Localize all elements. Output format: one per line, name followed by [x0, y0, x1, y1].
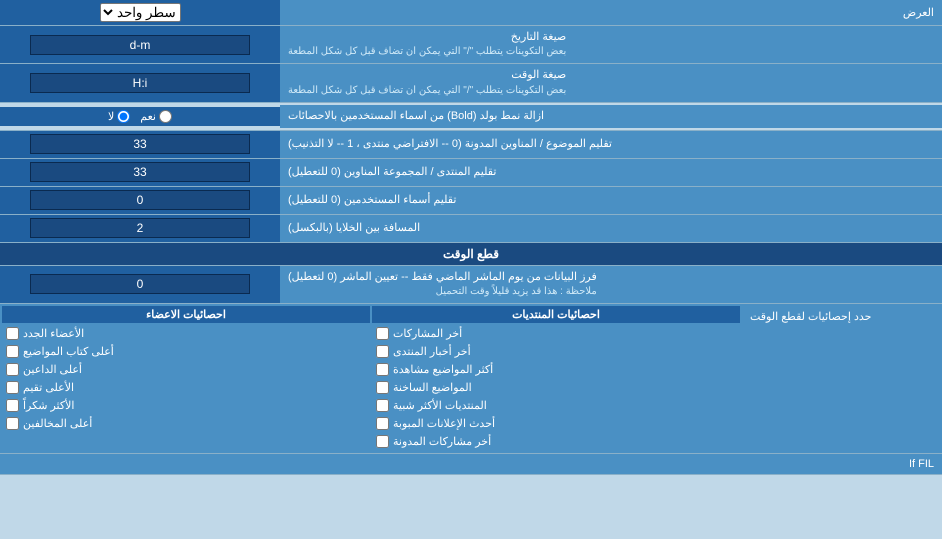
cb-latest-ads-input[interactable]: [376, 417, 389, 430]
single-line-select-container: سطر واحد: [0, 0, 280, 25]
cb-blog-posts-input[interactable]: [376, 435, 389, 448]
bold-no-radio[interactable]: [117, 110, 130, 123]
cell-spacing-input[interactable]: [30, 218, 250, 238]
time-format-input[interactable]: [30, 73, 250, 93]
display-label: العرض: [280, 2, 942, 23]
usernames-label: تقليم أسماء المستخدمين (0 للتعطيل): [280, 187, 942, 214]
cb-last-posts: أخر المشاركات: [372, 325, 740, 342]
bottom-note: If FIL: [0, 454, 942, 475]
cell-spacing-row: المسافة بين الخلايا (بالبكسل): [0, 215, 942, 243]
time-cut-input[interactable]: [30, 274, 250, 294]
cb-most-similar: المنتديات الأكثر شبية: [372, 397, 740, 414]
members-col-header: احصائيات الاعضاء: [2, 306, 370, 323]
date-format-row: صيغة التاريخ بعض التكوينات يتطلب "/" الت…: [0, 26, 942, 64]
stats-section: حدد إحصائيات لقطع الوقت احصائيات المنتدي…: [0, 304, 942, 454]
time-cut-section-header: قطع الوقت: [0, 243, 942, 266]
cell-spacing-label: المسافة بين الخلايا (بالبكسل): [280, 215, 942, 242]
bold-remove-label: ازالة نمط بولد (Bold) من اسماء المستخدمي…: [280, 105, 942, 128]
cb-last-news: أخر أخبار المنتدى: [372, 343, 740, 360]
topics-titles-label: تقليم الموضوع / المناوين المدونة (0 -- ا…: [280, 131, 942, 158]
cb-top-violators: أعلى المخالفين: [2, 415, 370, 432]
cb-new-members: الأعضاء الجدد: [2, 325, 370, 342]
cb-top-promoters: أعلى الداعين: [2, 361, 370, 378]
cb-latest-ads: أحدث الإعلانات المبوبة: [372, 415, 740, 432]
usernames-input-container: [0, 187, 280, 214]
cb-most-thanks-input[interactable]: [6, 399, 19, 412]
date-format-input[interactable]: [30, 35, 250, 55]
cb-most-thanks: الأكثر شكراً: [2, 397, 370, 414]
topics-titles-input-container: [0, 131, 280, 158]
bold-remove-radio-container: نعم لا: [0, 107, 280, 126]
cb-hot-topics: المواضيع الساخنة: [372, 379, 740, 396]
time-format-row: صيغة الوقت بعض التكوينات يتطلب "/" التي …: [0, 64, 942, 102]
time-format-label: صيغة الوقت بعض التكوينات يتطلب "/" التي …: [280, 64, 942, 101]
topics-titles-input[interactable]: [30, 134, 250, 154]
posts-checkbox-col: احصائيات المنتديات أخر المشاركات أخر أخب…: [372, 306, 740, 451]
bold-yes-label[interactable]: نعم: [140, 110, 172, 123]
time-cut-row: فرز البيانات من يوم الماشر الماضي فقط --…: [0, 266, 942, 304]
topics-titles-row: تقليم الموضوع / المناوين المدونة (0 -- ا…: [0, 131, 942, 159]
cb-top-violators-input[interactable]: [6, 417, 19, 430]
date-format-label: صيغة التاريخ بعض التكوينات يتطلب "/" الت…: [280, 26, 942, 63]
cb-most-viewed-input[interactable]: [376, 363, 389, 376]
cb-top-rated-input[interactable]: [6, 381, 19, 394]
forum-titles-input[interactable]: [30, 162, 250, 182]
time-format-input-container: [0, 64, 280, 101]
checkboxes-area: احصائيات المنتديات أخر المشاركات أخر أخب…: [0, 304, 742, 453]
cb-top-rated: الأعلى تقيم: [2, 379, 370, 396]
cb-top-promoters-input[interactable]: [6, 363, 19, 376]
cb-hot-topics-input[interactable]: [376, 381, 389, 394]
single-line-select[interactable]: سطر واحد: [100, 3, 181, 22]
cb-new-members-input[interactable]: [6, 327, 19, 340]
bold-remove-row: ازالة نمط بولد (Bold) من اسماء المستخدمي…: [0, 103, 942, 131]
cb-top-topic-writers-input[interactable]: [6, 345, 19, 358]
main-container: العرض سطر واحد صيغة التاريخ بعض التكوينا…: [0, 0, 942, 475]
date-format-input-container: [0, 26, 280, 63]
usernames-row: تقليم أسماء المستخدمين (0 للتعطيل): [0, 187, 942, 215]
cb-last-news-input[interactable]: [376, 345, 389, 358]
usernames-input[interactable]: [30, 190, 250, 210]
cb-top-topic-writers: أعلى كتاب المواضيع: [2, 343, 370, 360]
forum-titles-label: تقليم المنتدى / المجموعة المناوين (0 للت…: [280, 159, 942, 186]
time-cut-input-container: [0, 266, 280, 303]
forum-titles-input-container: [0, 159, 280, 186]
time-cut-label: فرز البيانات من يوم الماشر الماضي فقط --…: [280, 266, 942, 303]
cb-most-similar-input[interactable]: [376, 399, 389, 412]
stats-limit-label: حدد إحصائيات لقطع الوقت: [742, 304, 942, 329]
forum-titles-row: تقليم المنتدى / المجموعة المناوين (0 للت…: [0, 159, 942, 187]
top-header-row: العرض سطر واحد: [0, 0, 942, 26]
checkboxes-grid: احصائيات المنتديات أخر المشاركات أخر أخب…: [2, 306, 740, 451]
cb-blog-posts: أخر مشاركات المدونة: [372, 433, 740, 450]
posts-col-header: احصائيات المنتديات: [372, 306, 740, 323]
cb-last-posts-input[interactable]: [376, 327, 389, 340]
cell-spacing-input-container: [0, 215, 280, 242]
cb-most-viewed: أكثر المواضيع مشاهدة: [372, 361, 740, 378]
members-checkbox-col: احصائيات الاعضاء الأعضاء الجدد أعلى كتاب…: [2, 306, 370, 451]
bold-yes-radio[interactable]: [159, 110, 172, 123]
bold-no-label[interactable]: لا: [108, 110, 130, 123]
